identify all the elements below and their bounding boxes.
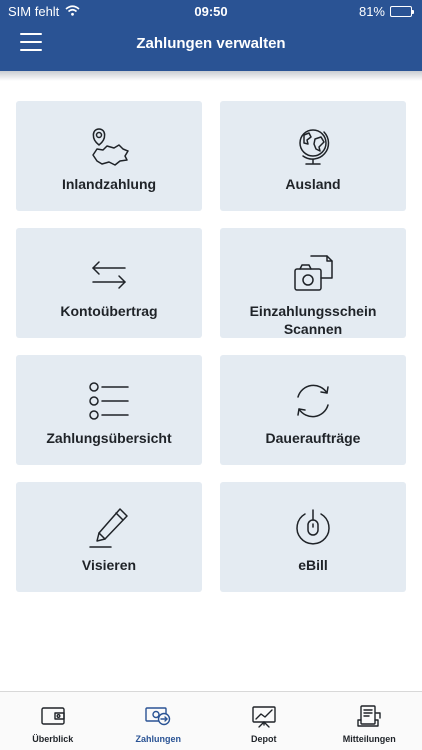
globe-icon xyxy=(291,125,335,169)
status-right: 81% xyxy=(358,4,414,19)
payment-options-grid: Inlandzahlung Ausland Kontoübertrag Einz… xyxy=(16,101,406,592)
tile-ausland[interactable]: Ausland xyxy=(220,101,406,211)
tile-label: eBill xyxy=(298,557,328,573)
tile-label: Inlandzahlung xyxy=(61,176,157,192)
tab-label: Überblick xyxy=(32,734,74,744)
battery-percent: 81% xyxy=(358,4,385,19)
tab-label: Zahlungen xyxy=(135,734,182,744)
map-pin-icon xyxy=(87,125,131,169)
transfer-arrows-icon xyxy=(87,252,131,296)
tile-ebill[interactable]: eBill xyxy=(220,482,406,592)
camera-scan-icon xyxy=(291,252,335,296)
tile-label: Zahlungsübersicht xyxy=(46,430,172,446)
recurring-icon xyxy=(291,379,335,423)
ebill-icon xyxy=(291,506,335,550)
tile-label: Einzahlungsschein Scannen xyxy=(249,303,377,337)
tile-inlandzahlung[interactable]: Inlandzahlung xyxy=(16,101,202,211)
tile-label: Ausland xyxy=(285,176,341,192)
payments-icon xyxy=(145,704,171,728)
tile-label: Visieren xyxy=(81,557,137,573)
app-header: SIM fehlt 09:50 81% Zahlungen verwalten xyxy=(0,0,422,71)
tile-label: Daueraufträge xyxy=(265,430,361,446)
tab-mitteilungen[interactable]: Mitteilungen xyxy=(317,692,422,750)
tile-zahlungsuebersicht[interactable]: Zahlungsübersicht xyxy=(16,355,202,465)
tab-label: Mitteilungen xyxy=(342,734,396,744)
chart-board-icon xyxy=(251,704,277,728)
tab-depot[interactable]: Depot xyxy=(211,692,317,750)
pen-icon xyxy=(87,506,131,550)
tile-visieren[interactable]: Visieren xyxy=(16,482,202,592)
tile-dauerauftraege[interactable]: Daueraufträge xyxy=(220,355,406,465)
tab-ueberblick[interactable]: Überblick xyxy=(0,692,106,750)
messages-icon xyxy=(356,704,382,728)
tab-zahlungen[interactable]: Zahlungen xyxy=(106,692,212,750)
tile-kontouebertrag[interactable]: Kontoübertrag xyxy=(16,228,202,338)
tile-einzahlungsschein-scannen[interactable]: Einzahlungsschein Scannen xyxy=(220,228,406,338)
header-shadow xyxy=(0,71,422,81)
battery-icon xyxy=(390,6,414,17)
tab-label: Depot xyxy=(251,734,277,744)
wallet-icon xyxy=(40,704,66,728)
tab-bar: Überblick Zahlungen Depot Mitteilungen xyxy=(0,691,422,750)
page-title: Zahlungen verwalten xyxy=(136,35,286,52)
list-icon xyxy=(87,379,131,423)
tile-label: Kontoübertrag xyxy=(60,303,158,319)
status-bar: SIM fehlt 09:50 81% xyxy=(0,0,422,22)
